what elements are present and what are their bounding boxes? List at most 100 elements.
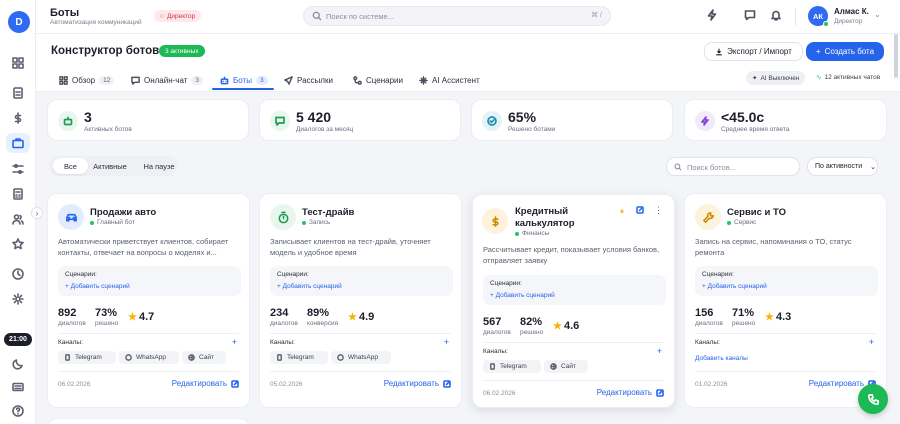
tab-bots[interactable]: Боты 3	[220, 70, 268, 90]
add-scenario-link[interactable]: + Добавить сценарий	[490, 292, 555, 299]
tab-scenarios[interactable]: Сценарии	[353, 70, 403, 90]
tab-mailings[interactable]: Рассылки	[284, 70, 333, 90]
calculator-icon[interactable]	[11, 187, 25, 201]
sort-select[interactable]: По активности ⌄	[807, 157, 878, 176]
divider	[58, 333, 239, 334]
filter-active[interactable]: Активные	[87, 158, 133, 174]
phone-icon	[65, 354, 70, 361]
channel-chip: Telegram	[58, 351, 116, 364]
role-badge-label: Директор	[166, 12, 196, 20]
add-scenario-link[interactable]: + Добавить сценарий	[702, 283, 767, 290]
briefcase-icon[interactable]	[11, 136, 25, 150]
edit-bot-button[interactable]: Редактировать	[172, 379, 239, 388]
edit-bot-button[interactable]: Редактировать	[597, 388, 664, 397]
sort-label: По активности	[815, 163, 863, 170]
app-logo[interactable]: D	[8, 11, 30, 33]
shield-icon: ○	[160, 12, 164, 20]
export-import-button[interactable]: Экспорт / Импорт	[704, 42, 803, 61]
add-channel-button[interactable]: +	[657, 346, 662, 356]
channels-label: Каналы:	[58, 339, 83, 346]
bot-tag: Финансы	[515, 230, 549, 237]
ai-status-toggle[interactable]: ✦ AI Выключен	[746, 71, 806, 85]
grid-icon[interactable]	[11, 56, 25, 70]
resolved-label: решено	[732, 320, 756, 327]
tab-label: Онлайн-чат	[144, 75, 188, 85]
dollar-icon	[482, 208, 508, 234]
users-icon[interactable]	[11, 212, 25, 226]
bot-name: Кредитный калькулятор	[515, 206, 575, 229]
updated-date: 05.02.2026	[270, 381, 303, 388]
star-icon[interactable]	[11, 237, 25, 251]
user-role: Директор	[834, 18, 863, 25]
pause-icon[interactable]: ⏸	[620, 207, 624, 217]
add-scenario-link[interactable]: + Добавить сценарий	[65, 283, 130, 290]
phone-icon	[277, 354, 282, 361]
add-channels-link[interactable]: Добавить каналы	[695, 355, 748, 362]
create-bot-button[interactable]: + Создать бота	[806, 42, 884, 61]
sidebar-collapse-button[interactable]: ›	[31, 207, 43, 219]
bot-name: Сервис и ТО	[727, 207, 786, 218]
tab-ai-assistant[interactable]: AI Ассистент	[419, 70, 480, 90]
timer-icon	[270, 204, 296, 230]
active-chats-indicator: ∿ 12 активных чатов	[816, 73, 881, 82]
filter-all[interactable]: Все	[53, 158, 88, 174]
global-search-input[interactable]: Поиск по системе... ⌘ /	[303, 6, 611, 26]
sparkle-icon	[419, 75, 428, 85]
more-menu-icon[interactable]: ⋮	[654, 205, 663, 216]
edit-icon[interactable]	[636, 206, 644, 216]
page-title: Конструктор ботов	[51, 45, 160, 57]
resolved-rate: 73%	[95, 307, 118, 319]
tab-overview[interactable]: Обзор 12	[59, 70, 115, 90]
clock-icon[interactable]	[11, 267, 25, 281]
edit-bot-button[interactable]: Редактировать	[384, 379, 451, 388]
rating: ★ 4.9	[348, 311, 374, 323]
bot-description: Запись на сервис, напоминания о ТО, стат…	[695, 237, 852, 257]
scenarios-box: Сценарии: + Добавить сценарий	[483, 275, 666, 305]
flow-icon	[353, 75, 362, 85]
bot-card[interactable]: Сервис и ТО Сервис Запись на сервис, нап…	[684, 193, 887, 408]
active-chats-label: 12 активных чатов	[824, 73, 881, 81]
moon-icon[interactable]	[11, 357, 25, 371]
tab-online-chat[interactable]: Онлайн-чат 3	[131, 70, 204, 90]
clock-badge: 21:00	[4, 333, 32, 346]
edit-label: Редактировать	[808, 379, 864, 388]
page-header: Конструктор ботов 3 активных Экспорт / И…	[36, 34, 900, 92]
channels-label: Каналы:	[483, 348, 508, 355]
dollar-icon[interactable]	[11, 111, 25, 125]
bot-tag: Сервис	[727, 219, 756, 226]
add-channel-button[interactable]: +	[869, 337, 874, 347]
help-icon[interactable]	[11, 404, 25, 418]
add-scenario-link[interactable]: + Добавить сценарий	[277, 283, 342, 290]
sparkle-icon: ✦	[752, 75, 758, 82]
divider	[695, 333, 876, 334]
sliders-icon[interactable]	[11, 162, 25, 176]
bot-card[interactable]: Кредитный калькулятор Финансы ⏸ ⋮ Рассчи…	[472, 194, 675, 408]
user-name[interactable]: Алмас К.	[834, 7, 869, 16]
activity-icon: ∿	[816, 74, 822, 81]
chat-icon[interactable]	[744, 9, 758, 23]
scrollbar[interactable]	[894, 34, 898, 78]
settings-icon[interactable]	[11, 292, 25, 306]
document-icon[interactable]	[11, 86, 25, 100]
avatar[interactable]: АК	[808, 6, 829, 27]
bot-search-input[interactable]: Поиск ботов...	[666, 157, 800, 176]
scenarios-label: Сценарии:	[277, 271, 309, 278]
channel-chip: Telegram	[483, 360, 541, 373]
car-icon	[58, 204, 84, 230]
bot-card[interactable]: Тест-драйв Запись Записывает клиентов на…	[259, 193, 462, 408]
lightning-icon[interactable]	[706, 9, 720, 23]
whatsapp-icon	[125, 354, 132, 361]
filter-paused[interactable]: На паузе	[135, 158, 183, 174]
keyboard-icon[interactable]	[11, 380, 25, 394]
chevron-down-icon[interactable]: ⌄	[874, 10, 881, 19]
chevron-down-icon: ⌄	[870, 163, 876, 171]
add-channel-button[interactable]: +	[444, 337, 449, 347]
channel-label: Telegram	[75, 354, 102, 361]
bot-name: Тест-драйв	[302, 207, 355, 218]
channel-chip: Сайт	[544, 360, 588, 373]
add-channel-button[interactable]: +	[232, 337, 237, 347]
call-button[interactable]	[858, 384, 888, 414]
bot-card[interactable]: Продажи авто Главный бот Автоматически п…	[47, 193, 250, 408]
bell-icon[interactable]	[770, 9, 784, 23]
tab-label: Сценарии	[366, 75, 403, 85]
